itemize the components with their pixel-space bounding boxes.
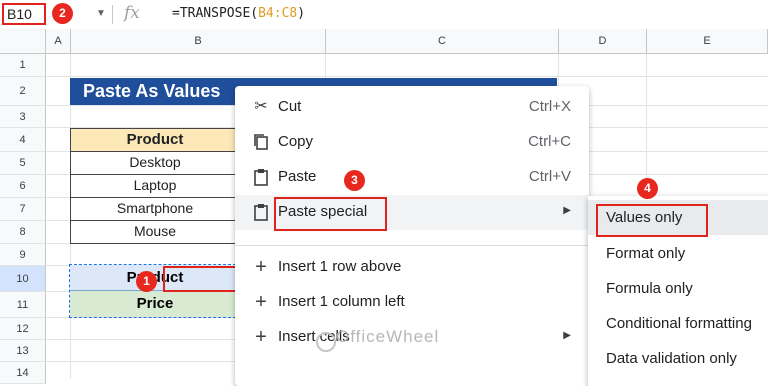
step-badge-2: 2 — [52, 3, 73, 24]
menu-item-label: Paste — [278, 168, 317, 185]
submenu-item-label: Data validation only — [606, 350, 737, 367]
highlight-box-values-only — [596, 204, 708, 237]
watermark: OfficeWheel — [336, 327, 440, 346]
menu-item-shortcut: Ctrl+X — [528, 98, 571, 115]
clipboard-icon — [252, 168, 270, 186]
table-header-product[interactable]: Product — [70, 128, 240, 152]
column-header-b[interactable]: B — [71, 29, 326, 54]
plus-icon: + — [255, 256, 267, 278]
table-cell-product[interactable]: Mouse — [70, 221, 240, 244]
menu-item-label: Insert 1 row above — [278, 258, 402, 275]
row-header-7[interactable]: 7 — [0, 198, 46, 221]
submenu-item-data-validation-only[interactable]: Data validation only — [588, 341, 768, 376]
watermark-logo-icon — [316, 332, 336, 352]
menu-item-cut[interactable]: ✂ Cut Ctrl+X — [235, 90, 589, 125]
formula-prefix: =TRANSPOSE( — [172, 6, 259, 21]
column-header-e[interactable]: E — [647, 29, 768, 54]
row-header-2[interactable]: 2 — [0, 77, 46, 106]
column-header-c[interactable]: C — [326, 29, 559, 54]
row-header-9[interactable]: 9 — [0, 244, 46, 266]
menu-item-label: Cut — [278, 98, 302, 115]
scissors-icon: ✂ — [254, 98, 268, 115]
menu-item-shortcut: Ctrl+C — [528, 133, 571, 150]
formula-bar-divider — [112, 5, 113, 24]
submenu-arrow-icon: ▶ — [563, 205, 571, 216]
row-header-1[interactable]: 1 — [0, 54, 46, 77]
submenu-item-formula-only[interactable]: Formula only — [588, 271, 768, 306]
submenu-item-label: Format only — [606, 245, 686, 262]
highlight-box-paste-special — [274, 197, 387, 231]
formula-suffix: ) — [297, 6, 306, 21]
row-header-13[interactable]: 13 — [0, 340, 46, 362]
select-all-corner[interactable] — [0, 29, 46, 54]
name-box-dropdown-icon[interactable]: ▼ — [96, 8, 106, 19]
menu-item-paste[interactable]: Paste Ctrl+V — [235, 160, 589, 195]
menu-item-insert-column[interactable]: + Insert 1 column left — [235, 285, 589, 320]
row-header-12[interactable]: 12 — [0, 318, 46, 340]
table-cell-product[interactable]: Smartphone — [70, 198, 240, 221]
row-header-8[interactable]: 8 — [0, 221, 46, 244]
step-badge-3: 3 — [344, 170, 365, 191]
formula-input[interactable]: =TRANSPOSE(B4:C8) — [172, 6, 305, 21]
row-header-14[interactable]: 14 — [0, 362, 46, 384]
row-header-5[interactable]: 5 — [0, 152, 46, 175]
row-header-4[interactable]: 4 — [0, 128, 46, 152]
formula-bar — [0, 0, 768, 30]
row-header-10[interactable]: 10 — [0, 266, 46, 292]
menu-item-shortcut: Ctrl+V — [528, 168, 571, 185]
table-cell-product[interactable]: Desktop — [70, 152, 240, 175]
column-header-d[interactable]: D — [559, 29, 647, 54]
copy-icon — [252, 133, 270, 151]
column-header-a[interactable]: A — [46, 29, 71, 54]
plus-icon: + — [255, 291, 267, 313]
step-badge-4: 4 — [637, 178, 658, 199]
submenu-item-conditional-formatting[interactable]: Conditional formatting — [588, 306, 768, 341]
clipboard-icon — [252, 203, 270, 221]
menu-item-label: Copy — [278, 133, 314, 150]
menu-item-label: Insert 1 column left — [278, 293, 405, 310]
table-cell-product[interactable]: Laptop — [70, 175, 240, 198]
fx-icon: fx — [124, 3, 140, 23]
name-box[interactable]: B10 — [2, 3, 46, 25]
row-header-6[interactable]: 6 — [0, 175, 46, 198]
highlight-box-product — [163, 266, 237, 292]
row-header-3[interactable]: 3 — [0, 106, 46, 128]
row-header-11[interactable]: 11 — [0, 292, 46, 318]
menu-item-insert-row[interactable]: + Insert 1 row above — [235, 250, 589, 285]
submenu-arrow-icon: ▶ — [563, 330, 571, 341]
formula-range-ref: B4:C8 — [258, 6, 298, 21]
step-badge-1: 1 — [136, 271, 157, 292]
menu-item-copy[interactable]: Copy Ctrl+C — [235, 125, 589, 160]
submenu-item-format-only[interactable]: Format only — [588, 236, 768, 271]
plus-icon: + — [255, 326, 267, 348]
gridline — [46, 76, 768, 77]
menu-divider — [235, 245, 589, 246]
submenu-item-label: Formula only — [606, 280, 693, 297]
submenu-item-label: Conditional formatting — [606, 315, 752, 332]
